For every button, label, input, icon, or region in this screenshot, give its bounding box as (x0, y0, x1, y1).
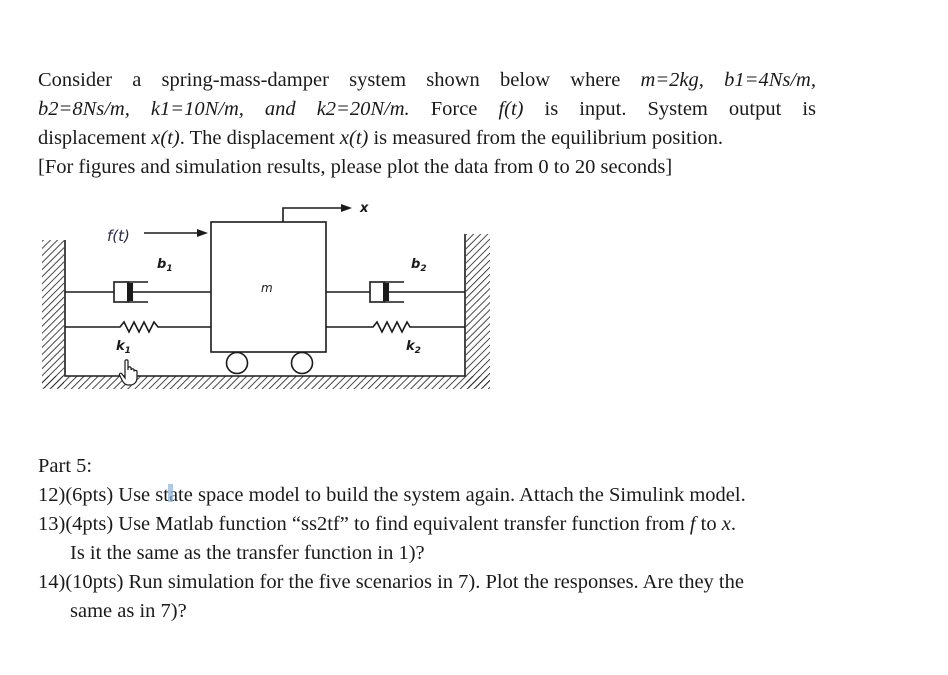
param-k1: k1=10N/m, (150, 98, 244, 120)
displacement-arrowhead-icon (341, 204, 352, 212)
question-number: 13) (38, 513, 66, 535)
k1-label: k1 (116, 339, 131, 356)
question-text: to (695, 513, 722, 535)
param-m: m=2kg, (640, 69, 704, 91)
mass-label: m (261, 281, 273, 295)
question-14-continued: same as in 7)? (70, 600, 187, 622)
floor-hatch (42, 376, 490, 389)
question-number: 12) (38, 484, 66, 506)
text: is input. System output is (523, 98, 817, 120)
right-wall-hatch (466, 234, 490, 388)
question-text: . (730, 513, 736, 535)
text: . The displacement (179, 127, 340, 149)
question-12: 12)(6pts) Use state space model to build… (38, 481, 816, 510)
wheel-left (225, 351, 249, 375)
intro-line-1: Consider a spring-mass-damper system sho… (38, 66, 816, 95)
text (704, 69, 724, 91)
output-xt: x(t) (339, 127, 369, 149)
intro-line-2: b2=8Ns/m, k1=10N/m, and k2=20N/m. Force … (38, 95, 816, 124)
part-5-heading: Part 5: (38, 455, 93, 477)
text (130, 98, 151, 120)
displacement-label: x (359, 201, 369, 216)
param-b2: b2=8Ns/m, (38, 98, 130, 120)
part-5-section: Part 5: 12)(6pts) Use state space model … (38, 452, 816, 626)
text: Force (409, 98, 499, 120)
output-xt: x(t) (151, 127, 180, 149)
wheel-right (290, 351, 314, 375)
hand-pointer-cursor-icon (118, 359, 138, 386)
text: is measured from the equilibrium positio… (368, 127, 724, 149)
question-text: (10pts) Run simulation for the five scen… (65, 571, 744, 593)
input-ft: f(t) (498, 98, 524, 120)
left-wall-hatch (42, 240, 64, 388)
question-text: (4pts) Use Matlab function “ss2tf” to fi… (65, 513, 690, 535)
text: [For figures and simulation results, ple… (38, 156, 673, 178)
text (244, 98, 265, 120)
question-number: 14) (38, 571, 66, 593)
question-14: 14)(10pts) Run simulation for the five s… (38, 568, 816, 597)
damper-b2 (326, 281, 465, 303)
b2-label: b2 (411, 257, 427, 274)
displacement-arrow (282, 207, 343, 222)
b1-label: b1 (157, 257, 173, 274)
text: displacement (38, 127, 152, 149)
question-13-continued: Is it the same as the transfer function … (70, 542, 425, 564)
damper-b1 (65, 281, 211, 303)
param-b1: b1=4Ns/m, (724, 69, 816, 91)
spring-k2 (326, 320, 465, 334)
force-label: f(t) (107, 227, 130, 245)
text (296, 98, 317, 120)
intro-line-3: displacement x(t). The displacement x(t)… (38, 124, 816, 153)
mass-block (210, 221, 327, 353)
text: and (264, 98, 296, 120)
text-selection-caret (168, 484, 173, 502)
param-k2: k2=20N/m. (316, 98, 410, 120)
problem-statement: Consider a spring-mass-damper system sho… (38, 66, 816, 182)
k2-label: k2 (406, 339, 421, 356)
spring-k1 (65, 320, 211, 334)
question-13: 13)(4pts) Use Matlab function “ss2tf” to… (38, 510, 816, 539)
text: Consider a spring-mass-damper system sho… (38, 69, 641, 91)
var-x: x (721, 513, 731, 535)
ground-outline (64, 234, 466, 377)
intro-line-4: [For figures and simulation results, ple… (38, 153, 816, 182)
force-arrowhead-icon (197, 229, 208, 237)
